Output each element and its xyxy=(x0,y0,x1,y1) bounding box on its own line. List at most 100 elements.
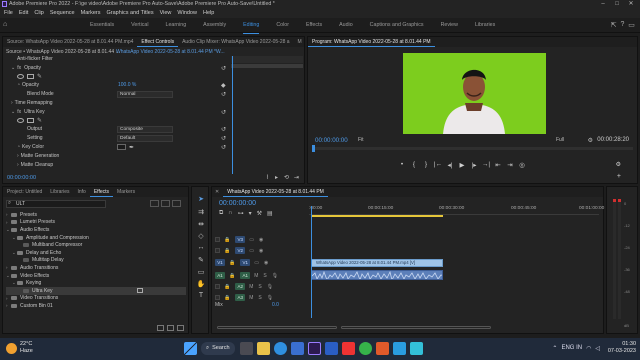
export-icon[interactable]: ⇱ xyxy=(609,21,618,29)
chevron-up-icon[interactable]: ⌃ xyxy=(552,345,557,352)
new-bin-icon[interactable] xyxy=(157,325,164,331)
solo-icon[interactable]: S xyxy=(263,273,266,279)
app-icon[interactable] xyxy=(392,342,406,355)
sync-icon[interactable]: ▭ xyxy=(254,260,259,266)
video-preview[interactable] xyxy=(403,53,546,134)
export-frame-icon[interactable]: ◎ xyxy=(516,161,528,169)
hand-tool-icon[interactable]: ✋ xyxy=(195,280,207,288)
effects-search-input[interactable]: ULT xyxy=(6,200,106,208)
clip-indicator-right[interactable] xyxy=(618,199,621,202)
ec-row-matte-generation[interactable]: › Matte Generation xyxy=(3,152,231,161)
resolution-dropdown[interactable]: Full xyxy=(556,137,564,143)
key-color-swatch[interactable] xyxy=(117,144,126,151)
lock-icon[interactable]: 🔒 xyxy=(224,237,230,243)
start-button[interactable] xyxy=(184,342,197,355)
video-clip[interactable]: WhatsApp Video 2022-05-28 at 8.01.44 PM.… xyxy=(311,259,443,267)
track-label[interactable]: A1 xyxy=(240,272,251,279)
stopwatch-icon[interactable]: ◔ xyxy=(17,144,20,150)
step-forward-icon[interactable]: |▸ xyxy=(468,161,480,169)
ec-row-time-remapping[interactable]: › Time Remapping xyxy=(3,99,231,108)
go-to-in-icon[interactable]: |← xyxy=(432,161,444,169)
new-item-icon[interactable] xyxy=(167,325,174,331)
chevron-right-icon[interactable]: › xyxy=(17,162,19,168)
program-timecode[interactable]: 00:00:00:00 xyxy=(315,137,348,144)
clock[interactable]: 01:30 07-03-2023 xyxy=(608,341,636,355)
source-patch-a1[interactable]: A1 xyxy=(215,272,225,279)
track-label[interactable]: V1 xyxy=(240,259,251,266)
app-icon[interactable] xyxy=(375,342,389,355)
minimize-button[interactable]: – xyxy=(596,0,610,9)
audio-clip[interactable] xyxy=(311,270,443,280)
rectangle-mask-icon[interactable] xyxy=(27,73,34,79)
menu-file[interactable]: File xyxy=(4,9,13,18)
help-icon[interactable]: ? xyxy=(618,21,627,29)
source-patch[interactable] xyxy=(215,295,220,300)
filter-icon[interactable]: ⌇ xyxy=(266,174,269,181)
chevron-down-icon[interactable]: ⌄ xyxy=(11,109,15,115)
ec-time-ruler[interactable] xyxy=(231,56,303,63)
edge-icon[interactable] xyxy=(273,342,287,355)
mic-icon[interactable]: 🎙 xyxy=(267,284,273,290)
program-playhead[interactable] xyxy=(312,145,315,152)
workspace-editing[interactable]: Editing xyxy=(243,18,260,34)
pen-tool-icon[interactable]: ✎ xyxy=(195,256,207,264)
fx-icon[interactable]: fx xyxy=(17,109,21,115)
go-to-out-icon[interactable]: →| xyxy=(480,161,492,169)
tab-project[interactable]: Project: Untitled xyxy=(3,187,46,197)
pen-mask-icon[interactable]: ✎ xyxy=(37,117,42,124)
track-select-tool-icon[interactable]: ⇉ xyxy=(195,208,207,216)
track-label[interactable]: A3 xyxy=(235,294,246,301)
wrench-icon[interactable]: ⚙ xyxy=(588,137,593,144)
linked-selection-icon[interactable]: ⊶ xyxy=(238,210,244,217)
lock-icon[interactable]: 🔒 xyxy=(224,248,230,254)
type-tool-icon[interactable]: T xyxy=(195,292,207,299)
timeline-ruler[interactable]: :00:00 00:00:15:00 00:00:30:00 00:00:45:… xyxy=(309,206,604,215)
tab-effect-controls[interactable]: Effect Controls xyxy=(137,37,179,47)
mute-icon[interactable]: M xyxy=(254,273,258,279)
menu-help[interactable]: Help xyxy=(203,9,214,18)
ellipse-mask-icon[interactable] xyxy=(17,73,24,79)
reset-icon[interactable]: ↺ xyxy=(221,109,226,116)
workspace-vertical[interactable]: Vertical xyxy=(131,18,148,34)
stopwatch-icon[interactable]: ◔ xyxy=(17,82,20,88)
workspace-audio[interactable]: Audio xyxy=(339,18,353,34)
tree-item-keying[interactable]: ⌄ Keying xyxy=(6,279,186,287)
tree-item-amplitude[interactable]: ⌄ Amplitude and Compression xyxy=(6,234,186,242)
track-label[interactable]: V2 xyxy=(235,247,246,254)
rectangle-tool-icon[interactable]: ▭ xyxy=(195,268,207,276)
premiere-taskbar-icon[interactable] xyxy=(307,342,321,355)
mark-out-icon[interactable]: } xyxy=(420,161,432,169)
chevron-down-icon[interactable]: ⌄ xyxy=(11,65,15,71)
workspace-assembly[interactable]: Assembly xyxy=(203,18,226,34)
lock-icon[interactable]: 🔒 xyxy=(224,295,230,301)
mic-icon[interactable]: 🎙 xyxy=(267,295,273,301)
taskbar-search[interactable]: ⌕ Search xyxy=(201,342,235,355)
mix-value[interactable]: 0.0 xyxy=(272,302,279,308)
menu-graphics[interactable]: Graphics and Titles xyxy=(107,9,154,18)
button-editor-icon[interactable]: + xyxy=(617,173,621,180)
tree-item-video-transitions[interactable]: › Video Transitions xyxy=(6,295,186,303)
app-icon[interactable] xyxy=(409,342,423,355)
workspace-essentials[interactable]: Essentials xyxy=(90,18,114,34)
snap-icon[interactable]: ∩ xyxy=(228,210,232,217)
ellipse-mask-icon[interactable] xyxy=(17,117,24,123)
menu-view[interactable]: View xyxy=(160,9,172,18)
app-icon[interactable] xyxy=(341,342,355,355)
wrench-icon[interactable]: ⚒ xyxy=(257,210,262,217)
tree-item-delay-echo[interactable]: ⌄ Delay and Echo xyxy=(6,249,186,257)
extract-icon[interactable]: ⇥ xyxy=(504,161,516,169)
chevron-right-icon[interactable]: › xyxy=(11,100,13,106)
source-patch[interactable] xyxy=(215,237,220,242)
eyedropper-icon[interactable]: ✒ xyxy=(129,144,134,151)
32bit-effects-icon[interactable] xyxy=(161,200,170,207)
track-label[interactable]: V3 xyxy=(235,236,246,243)
play-button[interactable]: ▶ xyxy=(456,161,468,169)
timeline-playhead[interactable] xyxy=(311,206,312,318)
program-scrubber[interactable] xyxy=(313,147,633,150)
tree-item-multiband[interactable]: Multiband Compressor xyxy=(6,241,186,249)
output-dropdown[interactable]: Composite xyxy=(117,126,173,133)
source-patch-v1[interactable]: V1 xyxy=(215,259,225,266)
tree-item-multitap[interactable]: Multitap Delay xyxy=(6,257,186,265)
solo-icon[interactable]: S xyxy=(258,284,261,290)
mute-icon[interactable]: M xyxy=(249,295,253,301)
